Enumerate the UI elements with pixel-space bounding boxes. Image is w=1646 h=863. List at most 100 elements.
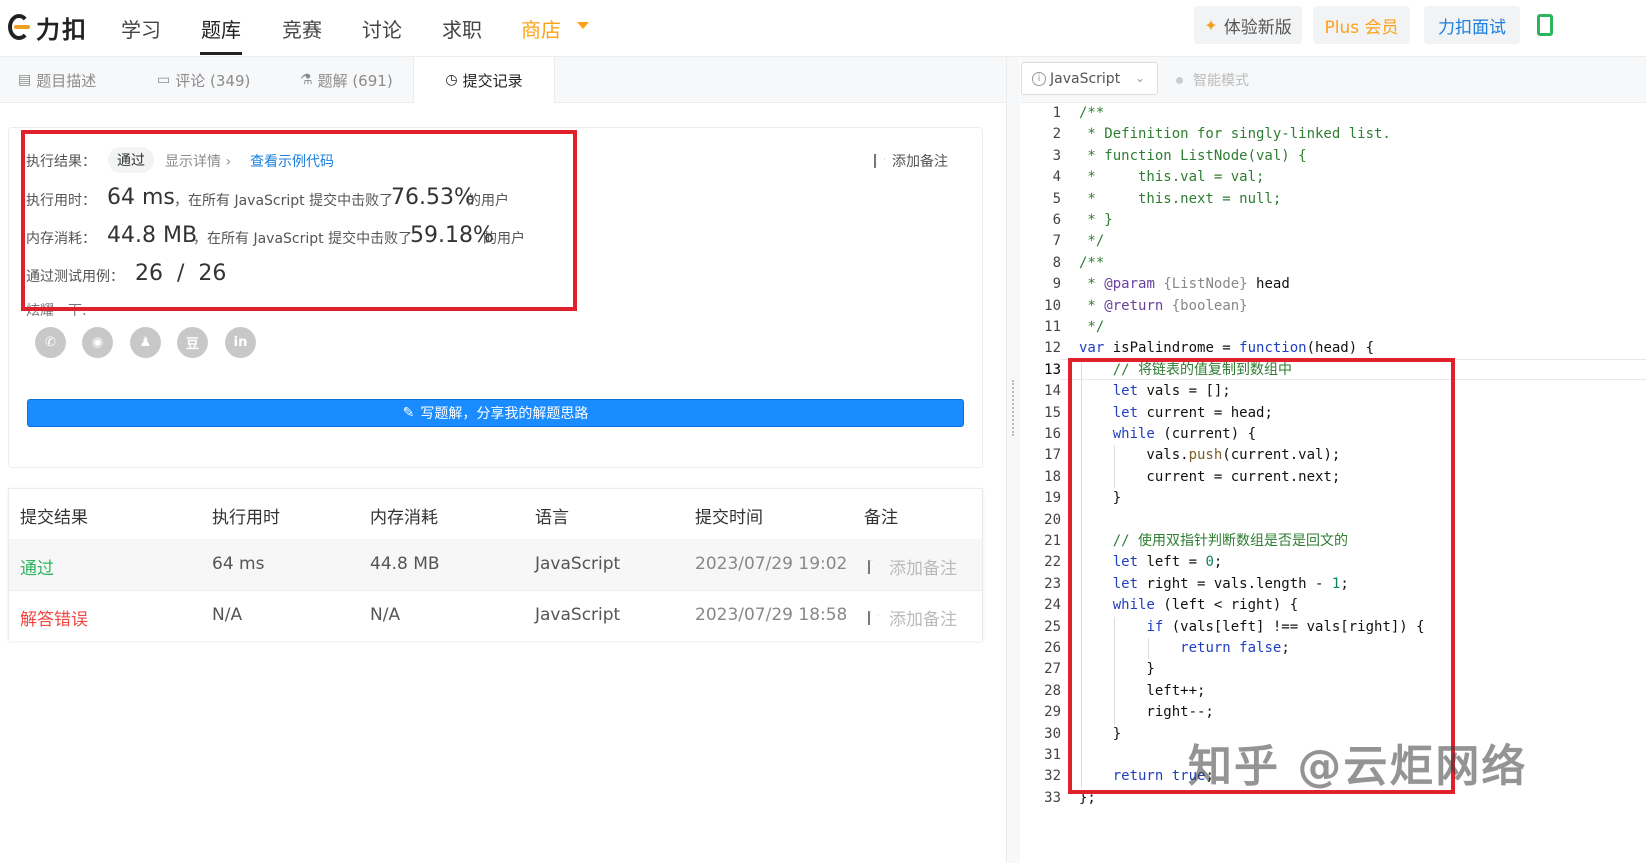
line-number: 4: [1052, 169, 1061, 186]
code-line[interactable]: 4 * this.val = val;: [1021, 167, 1646, 188]
write-solution-button[interactable]: ✎ 写题解，分享我的解题思路: [27, 399, 964, 427]
view-example-code-link[interactable]: 查看示例代码: [250, 151, 334, 171]
code-line[interactable]: 12 var isPalindrome = function(head) {: [1021, 338, 1646, 359]
drag-handle-icon[interactable]: [1012, 380, 1014, 436]
submission-result-link[interactable]: 解答错误: [20, 605, 88, 630]
sparkle-icon: ✦: [1204, 15, 1218, 35]
plus-member-button[interactable]: Plus 会员: [1313, 6, 1410, 44]
memory-label: 内存消耗：: [26, 231, 96, 247]
submission-runtime: 64 ms: [212, 554, 265, 574]
code-line[interactable]: 1 /**: [1021, 103, 1646, 124]
nav-item-problems[interactable]: 题库: [201, 14, 241, 43]
qq-icon[interactable]: ♟: [130, 327, 161, 358]
write-solution-label: 写题解，分享我的解题思路: [420, 406, 589, 422]
try-new-version-label: 体验新版: [1223, 17, 1292, 38]
status-label: 执行结果：: [26, 154, 96, 170]
code-text: }: [1079, 490, 1122, 507]
code-line[interactable]: 23 let right = vals.length - 1;: [1021, 574, 1646, 595]
nav-item-contest[interactable]: 竞赛: [282, 14, 322, 43]
show-detail-link[interactable]: 显示详情 ›: [165, 151, 231, 171]
code-line[interactable]: 8 /**: [1021, 253, 1646, 274]
nav-item-discuss[interactable]: 讨论: [362, 14, 402, 43]
code-line[interactable]: 15 let current = head;: [1021, 403, 1646, 424]
language-select[interactable]: i JavaScript ⌄: [1021, 62, 1158, 95]
code-line[interactable]: 7 */: [1021, 231, 1646, 252]
line-number: 1: [1052, 105, 1061, 121]
code-text: let vals = [];: [1112, 383, 1231, 400]
nav-item-store[interactable]: 商店: [521, 14, 561, 43]
nav-active-underline: [200, 52, 242, 55]
line-number: 19: [1044, 490, 1061, 507]
code-line[interactable]: 2 * Definition for singly-linked list.: [1021, 124, 1646, 145]
smart-mode-toggle[interactable]: 智能模式: [1176, 70, 1249, 90]
code-line[interactable]: 10 * @return {boolean}: [1021, 296, 1646, 317]
table-header-memory[interactable]: 内存消耗: [370, 503, 438, 528]
line-number: 10: [1044, 297, 1061, 314]
line-number: 20: [1044, 511, 1061, 528]
table-header-result[interactable]: 提交结果: [20, 503, 88, 528]
add-note-button[interactable]: 添加备注: [874, 151, 948, 171]
code-line[interactable]: 24 while (left < right) {: [1021, 595, 1646, 616]
submission-add-note-button[interactable]: 添加备注: [868, 605, 957, 630]
code-text: * this.val = val;: [1079, 169, 1265, 186]
table-header-runtime[interactable]: 执行用时: [212, 503, 280, 528]
smart-mode-label: 智能模式: [1193, 73, 1249, 89]
store-chevron-down-icon[interactable]: [577, 22, 589, 29]
testcases-value: 26 / 26: [135, 261, 227, 286]
code-text: * }: [1079, 212, 1113, 228]
linkedin-icon[interactable]: in: [225, 327, 256, 358]
line-number: 27: [1044, 661, 1061, 678]
douban-icon[interactable]: 豆: [177, 327, 208, 358]
table-header-language[interactable]: 语言: [535, 503, 569, 528]
tab-description[interactable]: ▤ 题目描述: [18, 57, 96, 103]
mobile-app-icon[interactable]: [1537, 14, 1553, 36]
code-line[interactable]: 14 let vals = [];: [1021, 381, 1646, 402]
code-line[interactable]: 21 // 使用双指针判断数组是否是回文的: [1021, 531, 1646, 552]
code-line[interactable]: 19 }: [1021, 488, 1646, 509]
submission-runtime: N/A: [212, 605, 243, 625]
code-line[interactable]: 20: [1021, 510, 1646, 531]
table-header-submit-time[interactable]: 提交时间: [695, 503, 763, 528]
code-line[interactable]: 13 // 将链表的值复制到数组中: [1021, 360, 1646, 381]
leetcode-logo[interactable]: 力扣: [8, 10, 88, 44]
interview-button[interactable]: 力扣面试: [1424, 6, 1520, 44]
tab-submissions[interactable]: ◷ 提交记录: [413, 57, 555, 103]
submission-result-link[interactable]: 通过: [20, 554, 54, 579]
chevron-down-icon: ⌄: [1134, 71, 1145, 85]
submission-memory: 44.8 MB: [370, 554, 440, 574]
code-text: */: [1079, 319, 1105, 335]
nav-item-learn[interactable]: 学习: [121, 14, 161, 43]
runtime-beat-text: ，在所有 JavaScript 提交中击败了: [174, 193, 394, 209]
line-number: 16: [1044, 426, 1061, 442]
code-line[interactable]: 11 */: [1021, 317, 1646, 338]
code-text: var isPalindrome = function(head) {: [1079, 340, 1375, 357]
line-number: 2: [1052, 126, 1061, 143]
code-text: // 将链表的值复制到数组中: [1079, 361, 1293, 378]
code-text: * @param {ListNode} head: [1079, 276, 1290, 293]
tab-comments[interactable]: ▭ 评论 (349): [157, 57, 250, 103]
weibo-icon[interactable]: ◉: [82, 327, 113, 358]
code-line[interactable]: 6 * }: [1021, 210, 1646, 231]
line-number: 6: [1052, 212, 1061, 228]
line-number: 23: [1044, 575, 1061, 592]
submission-add-note-button[interactable]: 添加备注: [868, 554, 957, 579]
tab-solutions[interactable]: ⚗ 题解 (691): [300, 57, 393, 103]
line-number: 29: [1044, 704, 1061, 721]
panel-splitter[interactable]: [1006, 57, 1020, 863]
wechat-icon[interactable]: ✆: [35, 327, 66, 358]
line-number: 7: [1052, 233, 1061, 250]
code-text: current = current.next;: [1079, 468, 1341, 485]
line-number: 9: [1052, 276, 1061, 293]
code-line[interactable]: 22 let left = 0;: [1021, 552, 1646, 573]
code-line[interactable]: 3 * function ListNode(val) {: [1021, 146, 1646, 167]
line-number: 14: [1044, 383, 1061, 400]
code-line[interactable]: 16 while (current) {: [1021, 424, 1646, 445]
code-text: // 使用双指针判断数组是否是回文的: [1079, 533, 1349, 549]
code-line[interactable]: 9 * @param {ListNode} head: [1021, 274, 1646, 295]
status-badge: 通过: [108, 147, 154, 173]
try-new-version-button[interactable]: ✦ 体验新版: [1194, 6, 1302, 44]
code-text: while (current) {: [1112, 426, 1257, 442]
line-number: 28: [1044, 682, 1061, 699]
code-line[interactable]: 5 * this.next = null;: [1021, 189, 1646, 210]
nav-item-jobs[interactable]: 求职: [442, 14, 482, 43]
